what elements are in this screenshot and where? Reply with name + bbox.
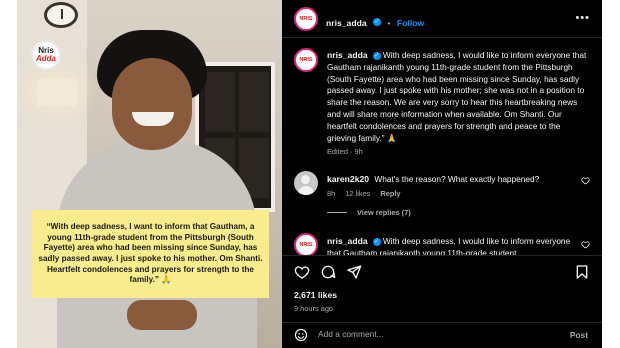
comment-time: 8h <box>327 189 336 198</box>
author-username[interactable]: nris_adda <box>326 18 367 28</box>
caption-comment: nris_adda ✓ With deep sadness, I would li… <box>327 50 589 144</box>
reply-button[interactable]: Reply <box>380 189 400 198</box>
image-caption-text: “With deep sadness, I want to inform tha… <box>38 222 263 285</box>
post-time-ago: 9 hours ago <box>294 304 334 313</box>
author-avatar[interactable]: NRIS <box>294 7 318 31</box>
emoji-smiley-icon[interactable] <box>294 328 308 342</box>
comment-username[interactable]: nris_adda <box>327 236 368 246</box>
comment-likes[interactable]: 12 likes <box>345 189 370 198</box>
nris-adda-logo: Nris Adda <box>31 40 61 70</box>
view-replies-label: View replies (7) <box>357 208 411 217</box>
comment-row: nris_adda ✓ With deep sadness, I would li… <box>327 236 577 255</box>
post-header: NRIS nris_adda ✓ • Follow ••• <box>282 0 602 38</box>
post-details-panel: NRIS nris_adda ✓ • Follow ••• NRIS nris_… <box>282 0 602 348</box>
person-face <box>112 58 192 150</box>
comment-bubble-icon[interactable] <box>320 264 336 280</box>
comment-meta: 8h 12 likes Reply <box>327 189 409 198</box>
follow-button[interactable]: Follow <box>397 18 424 28</box>
verified-badge-icon: ✓ <box>373 17 382 26</box>
verified-badge-icon: ✓ <box>372 51 381 60</box>
comment-text: What's the reason? What exactly happened… <box>374 174 540 184</box>
more-options-icon[interactable]: ••• <box>575 12 590 24</box>
comment-username[interactable]: karen2k20 <box>327 174 369 184</box>
commenter-avatar[interactable] <box>294 171 318 195</box>
caption-text: With deep sadness, I would like to infor… <box>327 50 587 143</box>
comment-like-heart-icon[interactable] <box>581 176 590 185</box>
post-comment-button[interactable]: Post <box>570 330 588 340</box>
share-send-icon[interactable] <box>346 264 362 280</box>
instagram-post: Nris Adda “With deep sadness, I want to … <box>17 0 602 348</box>
logo-line-2: Adda <box>36 54 56 63</box>
comment-like-heart-icon[interactable] <box>581 240 590 249</box>
avatar-text: NRIS <box>299 242 313 248</box>
comment-author-avatar[interactable]: NRIS <box>294 233 318 257</box>
header-separator: • <box>387 18 391 28</box>
image-caption-box: “With deep sadness, I want to inform tha… <box>32 210 269 298</box>
person-hand <box>127 300 197 330</box>
avatar-text: NRIS <box>299 57 313 63</box>
replies-divider <box>327 212 347 213</box>
post-image[interactable]: Nris Adda “With deep sadness, I want to … <box>17 0 282 348</box>
caption-author-avatar[interactable]: NRIS <box>294 48 318 72</box>
likes-count[interactable]: 2,671 likes <box>294 290 337 300</box>
like-heart-icon[interactable] <box>294 264 310 280</box>
post-action-bar: 2,671 likes 9 hours ago Post <box>282 255 602 342</box>
view-replies-button[interactable]: View replies (7) <box>327 208 411 217</box>
header-user-row: nris_adda ✓ • Follow <box>326 13 424 31</box>
ceiling-lamp <box>37 78 77 106</box>
caption-edited-time: Edited · 9h <box>327 147 363 156</box>
wall-clock <box>44 2 78 28</box>
save-bookmark-icon[interactable] <box>574 264 590 280</box>
comment-input[interactable] <box>318 329 548 339</box>
avatar-text: NRIS <box>299 16 313 22</box>
caption-meta: Edited · 9h <box>327 147 371 156</box>
comment-row: karen2k20 What's the reason? What exactl… <box>327 174 577 186</box>
caption-username[interactable]: nris_adda <box>327 50 368 60</box>
add-comment-bar: Post <box>282 322 602 348</box>
verified-badge-icon: ✓ <box>372 237 381 246</box>
